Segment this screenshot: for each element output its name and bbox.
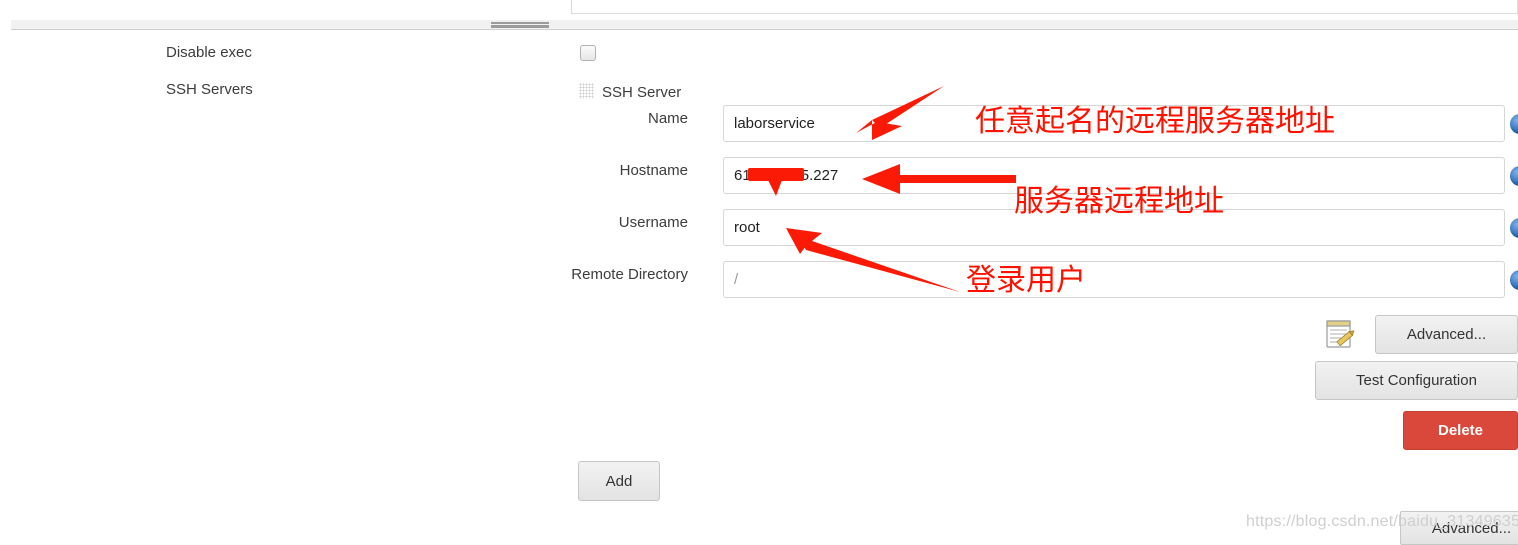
splitter-grip-icon[interactable] xyxy=(491,22,549,28)
panel-top-edge xyxy=(571,0,1518,14)
help-icon-remote-directory[interactable] xyxy=(1510,270,1518,290)
horizontal-splitter[interactable] xyxy=(11,20,1518,30)
redaction-mark xyxy=(748,168,804,181)
sidebar-item-disable-exec[interactable]: Disable exec xyxy=(166,44,252,61)
ssh-server-enabled-checkbox[interactable] xyxy=(580,45,596,61)
help-icon-username[interactable] xyxy=(1510,218,1518,238)
field-label-username: Username xyxy=(618,214,688,231)
help-icon-name[interactable] xyxy=(1510,114,1518,134)
add-button[interactable]: Add xyxy=(578,461,660,501)
field-label-hostname: Hostname xyxy=(619,162,688,179)
test-configuration-button[interactable]: Test Configuration xyxy=(1315,361,1518,400)
watermark-text: https://blog.csdn.net/baidu_31349635 xyxy=(1246,513,1518,530)
annotation-text-hostname: 服务器远程地址 xyxy=(1014,184,1224,219)
sidebar-item-ssh-servers[interactable]: SSH Servers xyxy=(166,81,253,98)
annotation-text-name: 任意起名的远程服务器地址 xyxy=(975,104,1335,139)
advanced-button[interactable]: Advanced... xyxy=(1375,315,1518,354)
delete-button[interactable]: Delete xyxy=(1403,411,1518,450)
field-label-name: Name xyxy=(647,110,688,127)
help-icon-hostname[interactable] xyxy=(1510,166,1518,186)
notepad-edit-icon xyxy=(1326,320,1355,348)
annotation-text-username: 登录用户 xyxy=(966,263,1086,298)
field-label-remote-directory: Remote Directory xyxy=(571,266,688,283)
left-navigation-panel: Disable exec SSH Servers xyxy=(0,0,560,545)
section-title: SSH Server xyxy=(602,84,682,101)
drag-handle-icon[interactable] xyxy=(579,83,594,99)
remote-directory-input[interactable] xyxy=(723,261,1505,298)
